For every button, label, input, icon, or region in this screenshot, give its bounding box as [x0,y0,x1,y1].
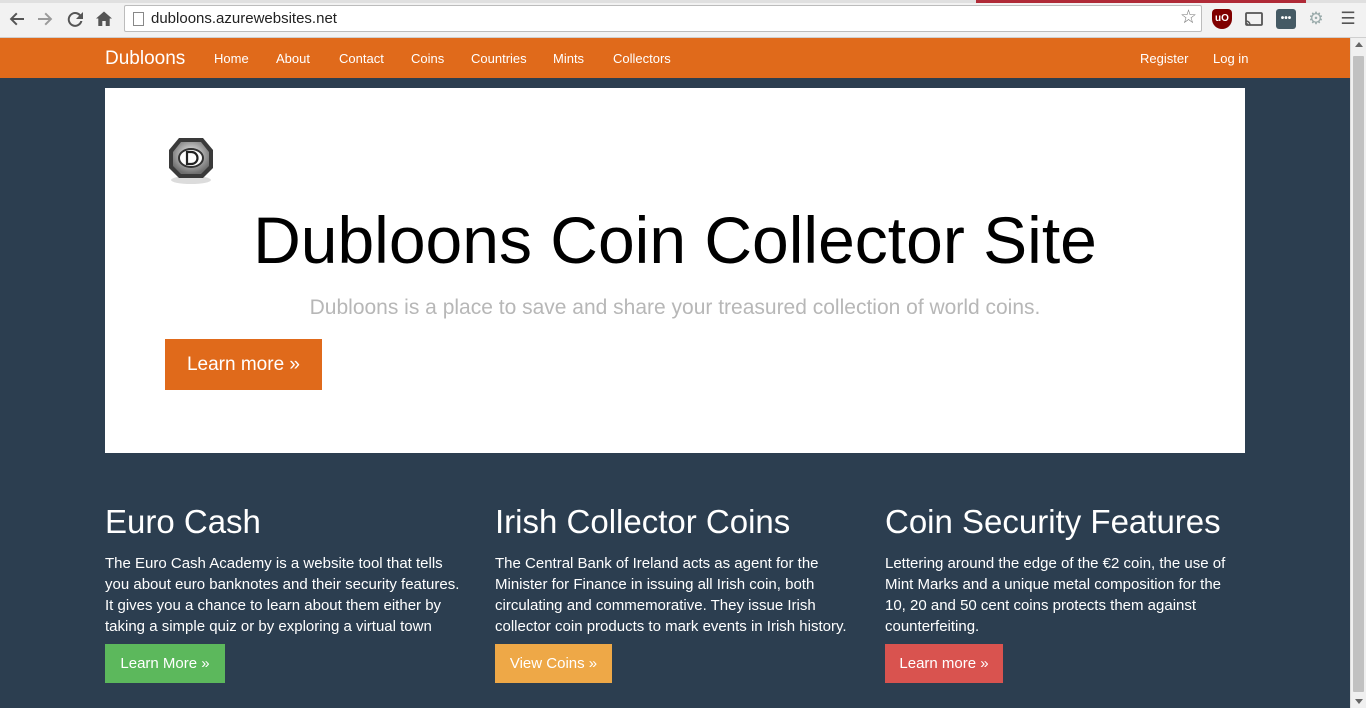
scroll-up-icon[interactable] [1355,42,1363,47]
more-dots-icon[interactable]: ••• [1276,9,1296,29]
reload-icon[interactable] [64,8,86,30]
url-text[interactable]: dubloons.azurewebsites.net [151,10,337,27]
ublock-icon[interactable]: uO [1212,9,1232,29]
tab-indicator [976,0,1306,3]
nav-home[interactable]: Home [214,51,249,66]
feature-euro-cash: Euro Cash The Euro Cash Academy is a web… [105,502,465,658]
brand-link[interactable]: Dubloons [105,48,185,70]
dubloons-logo-icon [169,138,213,184]
feature-text: The Euro Cash Academy is a website tool … [105,555,460,656]
feature-coin-security: Coin Security Features Lettering around … [885,502,1245,637]
scrollbar-thumb[interactable] [1353,56,1364,692]
bookmark-star-icon[interactable]: ☆ [1180,8,1197,28]
jumbotron: Dubloons Coin Collector Site Dubloons is… [105,88,1245,453]
nav-contact[interactable]: Contact [339,51,384,66]
address-bar[interactable]: dubloons.azurewebsites.net ☆ [124,5,1202,32]
feature-heading: Coin Security Features [885,503,1221,540]
scroll-down-icon[interactable] [1355,699,1363,704]
learn-more-button[interactable]: Learn more » [165,339,322,390]
gear-icon[interactable]: ⚙ [1306,9,1326,29]
nav-about[interactable]: About [276,51,310,66]
feature-irish-coins: Irish Collector Coins The Central Bank o… [495,502,855,637]
security-learn-more-button[interactable]: Learn more » [885,644,1003,683]
page-title: Dubloons Coin Collector Site [253,203,1097,277]
page-scrollbar[interactable] [1350,38,1366,708]
nav-login[interactable]: Log in [1213,51,1248,66]
feature-text: The Central Bank of Ireland acts as agen… [495,555,847,635]
view-coins-button[interactable]: View Coins » [495,644,612,683]
page-icon [133,12,144,26]
page-subtitle: Dubloons is a place to save and share yo… [309,296,1041,319]
feature-text: Lettering around the edge of the €2 coin… [885,555,1226,635]
nav-coins[interactable]: Coins [411,51,444,66]
nav-mints[interactable]: Mints [553,51,584,66]
back-icon[interactable] [6,8,28,30]
forward-icon[interactable] [34,8,56,30]
nav-collectors[interactable]: Collectors [613,51,671,66]
browser-toolbar: dubloons.azurewebsites.net ☆ uO ••• ⚙ ☰ [0,0,1366,38]
nav-countries[interactable]: Countries [471,51,527,66]
tab-strip [0,0,1366,3]
euro-cash-learn-more-button[interactable]: Learn More » [105,644,225,683]
cast-icon[interactable] [1244,9,1264,29]
home-icon[interactable] [93,8,115,30]
feature-heading: Euro Cash [105,503,261,540]
site-navbar: Dubloons Home About Contact Coins Countr… [0,38,1350,78]
nav-register[interactable]: Register [1140,51,1188,66]
menu-icon[interactable]: ☰ [1338,9,1358,29]
feature-heading: Irish Collector Coins [495,503,791,540]
